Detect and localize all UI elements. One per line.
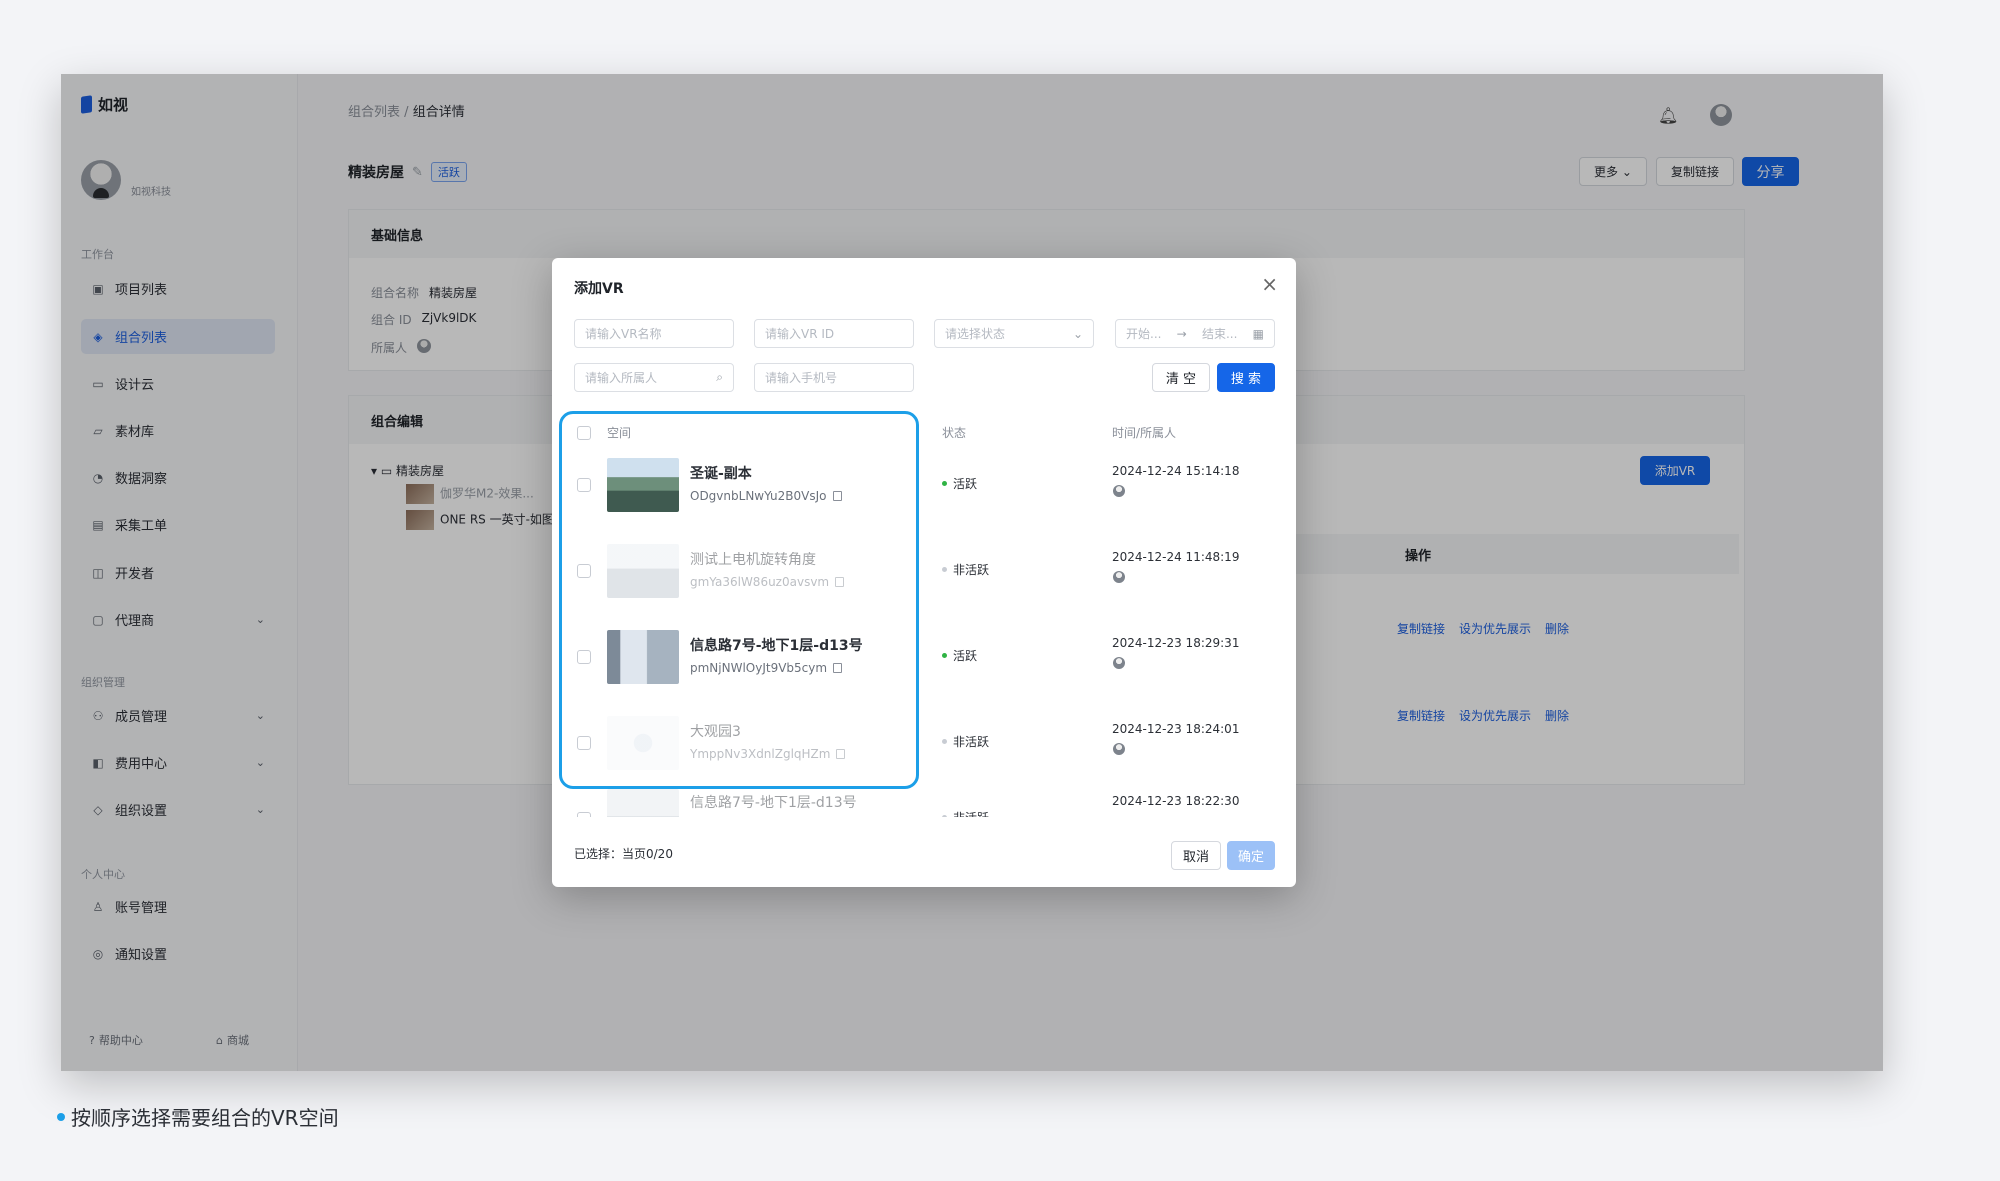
row-checkbox[interactable] (577, 478, 591, 492)
row-checkbox[interactable] (577, 650, 591, 664)
calendar-icon: ▦ (1252, 326, 1264, 341)
status-badge: 活跃 (942, 647, 977, 664)
list-item[interactable]: 圣诞-副本 ODgvnbLNwYu2B0VsJo 活跃 2024-12-24 1… (552, 445, 1296, 531)
arrow-right-icon: → (1176, 326, 1187, 341)
vr-thumbnail (607, 544, 679, 598)
vr-id-input[interactable]: 请输入VR ID (754, 319, 914, 348)
col-status: 状态 (942, 426, 967, 440)
search-icon: ⌕ (716, 370, 723, 384)
vr-thumbnail (607, 716, 679, 770)
add-vr-modal: 添加VR × 请输入VR名称 请输入VR ID 请选择状态 ⌄ 开始... → 结束.… (552, 258, 1296, 887)
vr-name-input[interactable]: 请输入VR名称 (574, 319, 734, 348)
row-checkbox[interactable] (577, 736, 591, 750)
row-checkbox[interactable] (577, 564, 591, 578)
owner-avatar (1113, 485, 1125, 497)
copy-icon[interactable] (836, 749, 846, 759)
list-item[interactable]: 测试上电机旋转角度 gmYa36lW86uz0avsvm 非活跃 2024-12… (552, 531, 1296, 617)
bullet-icon (57, 1112, 65, 1121)
clear-button[interactable]: 清 空 (1152, 363, 1210, 392)
status-select[interactable]: 请选择状态 ⌄ (934, 319, 1094, 348)
status-dot (942, 567, 947, 572)
search-button[interactable]: 搜 索 (1217, 363, 1275, 392)
status-badge: 非活跃 (942, 809, 989, 817)
caption: 按顺序选择需要组合的VR空间 (57, 1102, 339, 1131)
modal-title: 添加VR (574, 281, 624, 297)
confirm-button[interactable]: 确定 (1227, 841, 1275, 870)
vr-list: 空间 状态 时间/所属人 圣诞-副本 ODgvnbLNwYu2B0VsJo 活跃… (552, 410, 1296, 817)
owner-input[interactable]: 请输入所属人 ⌕ (574, 363, 734, 392)
vr-thumbnail (607, 458, 679, 512)
owner-avatar (1113, 571, 1125, 583)
list-item[interactable]: 信息路7号-地下1层-d13号 pmNjNWlOyJt9Vb5cym 活跃 20… (552, 617, 1296, 703)
status-dot (942, 481, 947, 486)
copy-icon[interactable] (835, 577, 845, 587)
vr-thumbnail (607, 789, 679, 817)
owner-avatar (1113, 743, 1125, 755)
selected-count: 已选择：当页0/20 (574, 847, 673, 861)
status-badge: 非活跃 (942, 733, 989, 750)
status-dot (942, 815, 947, 817)
caption-text: 按顺序选择需要组合的VR空间 (71, 1106, 339, 1130)
close-icon[interactable]: × (1261, 272, 1278, 296)
owner-avatar (1113, 657, 1125, 669)
cancel-button[interactable]: 取消 (1171, 841, 1221, 870)
phone-input[interactable]: 请输入手机号 (754, 363, 914, 392)
vr-thumbnail (607, 630, 679, 684)
chevron-down-icon: ⌄ (1072, 326, 1083, 341)
select-all-checkbox[interactable] (577, 426, 591, 440)
status-badge: 活跃 (942, 475, 977, 492)
row-checkbox[interactable] (577, 812, 591, 817)
copy-icon[interactable] (833, 663, 843, 673)
status-badge: 非活跃 (942, 561, 989, 578)
list-item[interactable]: 信息路7号-地下1层-d13号 非活跃 2024-12-23 18:22:30 (552, 789, 1296, 817)
col-time-owner: 时间/所属人 (1112, 426, 1177, 440)
status-dot (942, 653, 947, 658)
col-space: 空间 (607, 426, 632, 440)
date-range-picker[interactable]: 开始... → 结束... ▦ (1115, 319, 1275, 348)
copy-icon[interactable] (832, 491, 842, 501)
status-dot (942, 739, 947, 744)
list-item[interactable]: 大观园3 YmppNv3XdnlZglqHZm 非活跃 2024-12-23 1… (552, 703, 1296, 789)
